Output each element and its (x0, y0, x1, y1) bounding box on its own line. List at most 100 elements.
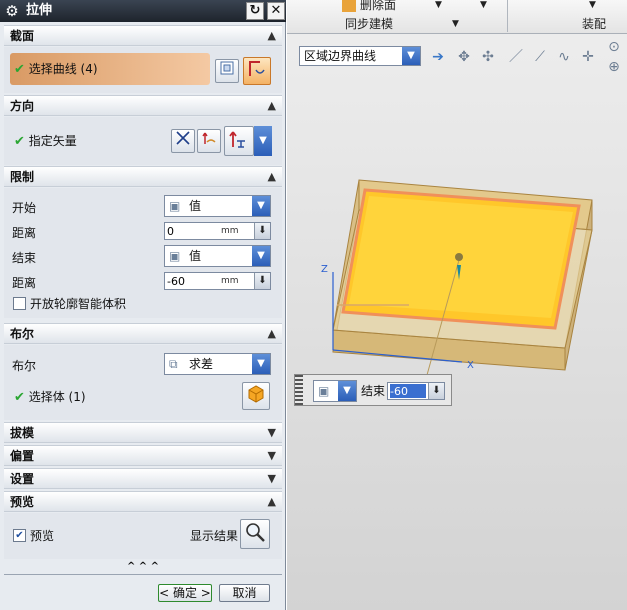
chevron-up-icon: ▲ (267, 29, 276, 42)
end-distance-field[interactable]: mm ⬇ (164, 272, 271, 290)
chevron-up-icon: ▲ (267, 495, 276, 508)
chevron-down-icon: ▼ (254, 126, 272, 156)
end-option-value: 值 (189, 249, 202, 263)
reverse-direction-button[interactable] (171, 129, 195, 153)
start-label: 开始 (12, 201, 37, 215)
dialog-titlebar: ⚙ 拉伸 ↻ ✕ (0, 0, 286, 22)
show-result-button[interactable] (240, 519, 270, 549)
curve-button[interactable] (243, 57, 271, 85)
section-header-offset[interactable]: 偏置 ▼ (4, 445, 282, 466)
inferred-vector-icon (229, 131, 245, 148)
select-body-label: 选择体 (1) (28, 390, 86, 404)
select-body-row: ✔ 选择体 (1) (14, 390, 86, 405)
section-title: 截面 (10, 29, 35, 43)
direction-title: 方向 (10, 99, 35, 113)
vector-icon (202, 132, 216, 144)
reverse-arrows-icon (176, 131, 190, 145)
cube-icon: ▣ (318, 384, 330, 398)
vector-dialog-button[interactable] (197, 129, 221, 153)
check-icon: ✔ (14, 134, 25, 149)
cube-icon: ▣ (169, 249, 181, 263)
arrow-down-icon[interactable]: ⬇ (428, 383, 444, 399)
preview-title: 预览 (10, 495, 35, 509)
select-curve-label: 选择曲线 (4) (28, 62, 98, 76)
section-header-preview[interactable]: 预览 ▲ (4, 491, 282, 512)
footer-divider (4, 574, 282, 575)
gear-icon[interactable]: ⚙ (3, 2, 21, 20)
select-curve-row-content: ✔ 选择曲线 (4) (14, 62, 98, 77)
preview-checkbox[interactable]: ✔ (13, 529, 26, 542)
preview-label: 预览 (30, 529, 55, 543)
chevron-down-icon: ▼ (252, 354, 270, 374)
boolean-title: 布尔 (10, 327, 35, 341)
close-button[interactable]: ✕ (267, 2, 285, 20)
vector-dropdown[interactable]: ▼ (254, 126, 272, 156)
chevron-down-icon: ▼ (267, 472, 276, 485)
start-option-select[interactable]: ▣ 值 ▼ (164, 195, 271, 217)
chevron-down-icon: ▼ (252, 196, 270, 216)
check-icon: ✔ (14, 62, 25, 77)
chevron-up-icon: ▲ (267, 327, 276, 340)
end-distance-unit: mm (221, 276, 239, 286)
solid-body-icon (248, 385, 264, 403)
inferred-vector-button[interactable] (224, 126, 254, 156)
end-option-select[interactable]: ▣ 值 ▼ (164, 245, 271, 267)
section-header-limits[interactable]: 限制 ▲ (4, 166, 282, 187)
ok-button[interactable]: < 确定 > (158, 584, 212, 602)
handle-dot[interactable] (455, 253, 463, 261)
extrude-dialog: ⚙ 拉伸 ↻ ✕ 截面 ▲ ✔ 选择曲线 (4) 方向 ▲ ✔ 指定矢量 ▼ 限… (0, 0, 286, 610)
cancel-button[interactable]: 取消 (219, 584, 270, 602)
drag-handle[interactable] (295, 375, 303, 405)
onscreen-input-box: ▣ ▼ 结束 ⬇ (294, 374, 452, 406)
boolean-value: 求差 (189, 357, 214, 371)
sketch-section-button[interactable] (215, 59, 239, 83)
chevron-down-icon: ▼ (252, 246, 270, 266)
chevron-up-icon: ▲ (267, 99, 276, 112)
end-distance-input[interactable] (167, 274, 215, 288)
onscreen-end-input[interactable] (390, 384, 426, 398)
offset-title: 偏置 (10, 449, 35, 463)
settings-title: 设置 (10, 472, 35, 486)
chevron-up-icon: ▲ (267, 170, 276, 183)
check-icon: ✔ (14, 390, 25, 405)
onscreen-end-label: 结束 (361, 384, 386, 398)
specify-vector-label: 指定矢量 (28, 134, 77, 148)
section-header-boolean[interactable]: 布尔 ▲ (4, 323, 282, 344)
boolean-select[interactable]: ⧉ 求差 ▼ (164, 353, 271, 375)
magnifier-icon (246, 523, 265, 542)
show-result-label: 显示结果 (190, 529, 239, 543)
chevron-down-icon: ▼ (267, 426, 276, 439)
model-view[interactable]: Z X (287, 0, 627, 610)
start-distance-unit: mm (221, 226, 239, 236)
chevron-down-icon: ▼ (267, 449, 276, 462)
end-label: 结束 (12, 251, 37, 265)
sketch-icon (220, 61, 234, 75)
section-header-section[interactable]: 截面 ▲ (4, 25, 282, 46)
onscreen-option-select[interactable]: ▣ ▼ (313, 380, 357, 402)
arrow-down-icon[interactable]: ⬇ (254, 273, 270, 289)
onscreen-end-field[interactable]: ⬇ (387, 382, 445, 400)
subtract-icon: ⧉ (169, 357, 178, 371)
dialog-title: 拉伸 (26, 3, 53, 18)
curve-icon (249, 61, 265, 76)
section-header-draft[interactable]: 拔模 ▼ (4, 422, 282, 443)
chevron-down-icon: ▼ (338, 381, 356, 401)
open-profile-label: 开放轮廓智能体积 (30, 297, 127, 311)
start-distance-field[interactable]: mm ⬇ (164, 222, 271, 240)
section-header-settings[interactable]: 设置 ▼ (4, 468, 282, 489)
more-options-toggle[interactable]: ^ ^ ^ (4, 560, 282, 574)
limits-title: 限制 (10, 170, 35, 184)
start-distance-input[interactable] (167, 224, 215, 238)
start-distance-label: 距离 (12, 226, 37, 240)
boolean-label: 布尔 (12, 359, 37, 373)
x-axis-label: X (467, 360, 474, 371)
open-profile-checkbox[interactable] (13, 297, 26, 310)
draft-title: 拔模 (10, 426, 35, 440)
specify-vector-row: ✔ 指定矢量 (14, 134, 77, 149)
cube-icon: ▣ (169, 199, 181, 213)
reset-button[interactable]: ↻ (246, 2, 264, 20)
select-body-button[interactable] (242, 382, 270, 410)
end-distance-label: 距离 (12, 276, 37, 290)
arrow-down-icon[interactable]: ⬇ (254, 223, 270, 239)
section-header-direction[interactable]: 方向 ▲ (4, 95, 282, 116)
